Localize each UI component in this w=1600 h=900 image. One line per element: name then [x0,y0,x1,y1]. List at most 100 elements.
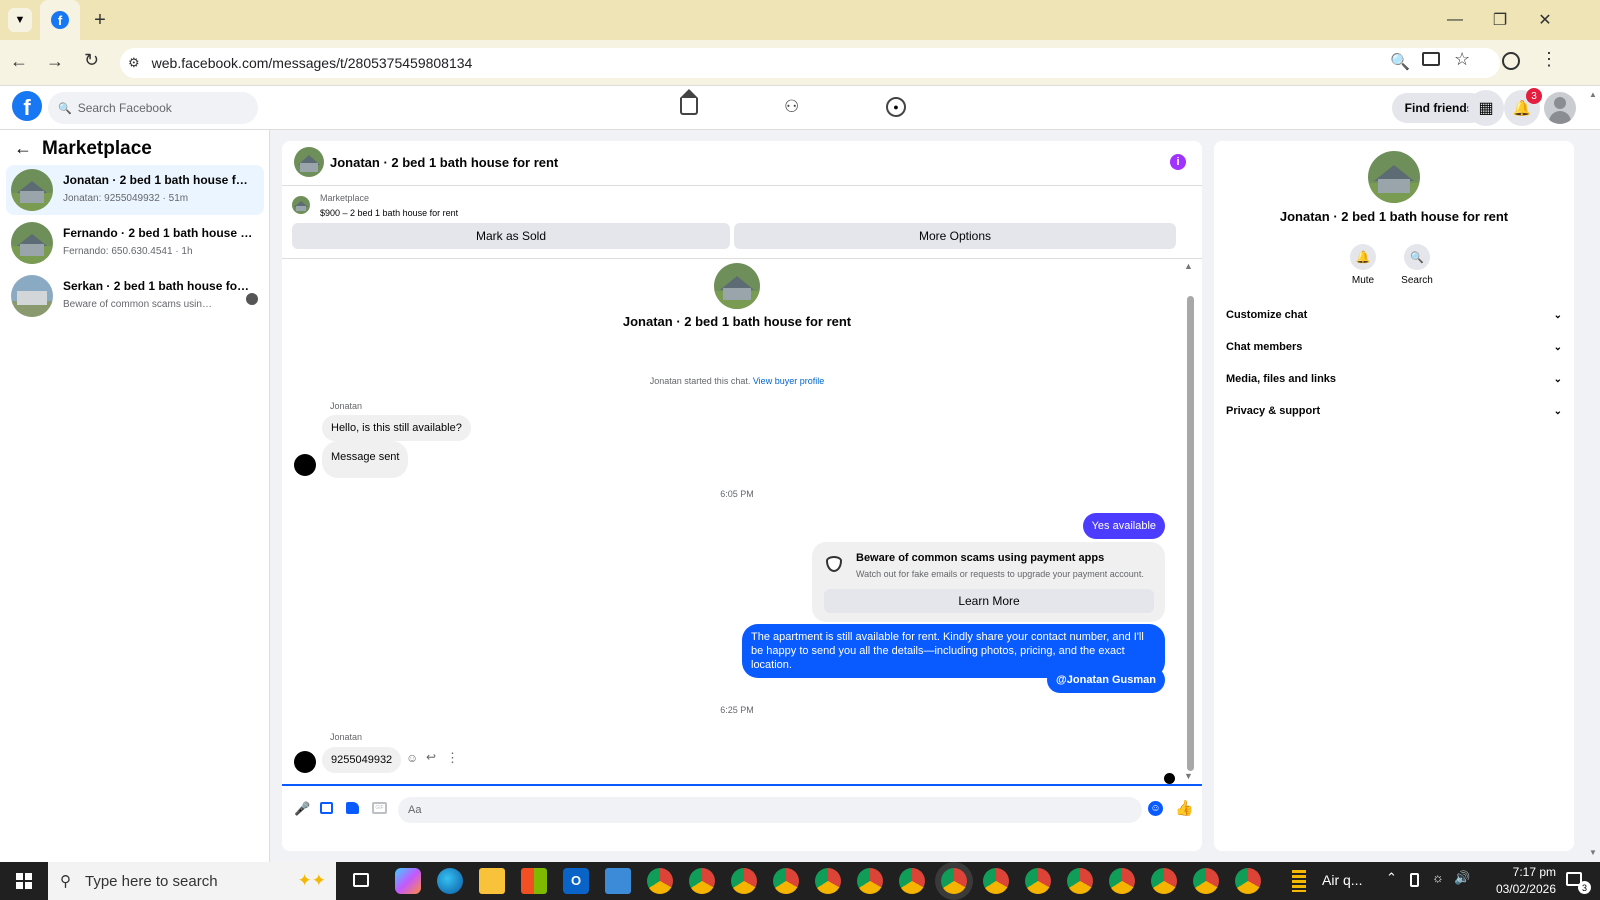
search-in-conversation-button[interactable]: 🔍 [1404,244,1430,270]
chrome-icon[interactable] [1109,868,1135,894]
attach-photo-icon[interactable] [320,802,333,814]
chrome-icon[interactable] [1025,868,1051,894]
volume-icon[interactable]: 🔊 [1454,870,1470,886]
address-bar[interactable]: ⚙ web.facebook.com/messages/t/2805375459… [120,48,1500,78]
air-quality-icon[interactable] [1292,870,1306,892]
site-info-icon[interactable]: ⚙ [128,55,140,71]
message-bubble-incoming[interactable]: Hello, is this still available? [322,415,471,441]
message-bubble-incoming[interactable]: 9255049932 [322,747,402,773]
media-files-links-section[interactable]: Media, files and links ⌄ [1226,363,1562,395]
device-icon[interactable] [1410,873,1419,887]
chrome-icon[interactable] [857,868,883,894]
reload-icon[interactable]: ↻ [84,50,99,71]
mark-as-sold-button[interactable]: Mark as Sold [292,223,730,249]
more-actions-icon[interactable]: ⋮ [446,750,459,766]
clock-time[interactable]: 7:17 pm [1476,865,1556,879]
store-icon[interactable] [521,868,547,894]
thread-item[interactable]: Fernando · 2 bed 1 bath house for ... Fe… [6,218,264,268]
account-avatar[interactable] [1544,92,1576,124]
mute-button[interactable]: 🔔 [1350,244,1376,270]
chrome-icon[interactable] [1193,868,1219,894]
restore-icon[interactable]: ❐ [1485,8,1515,32]
conversation-info-icon[interactable]: i [1170,154,1186,170]
notification-count-badge: 3 [1526,88,1542,104]
browser-tab[interactable]: f [40,0,80,40]
message-input[interactable]: Aa [398,797,1142,823]
chrome-active-icon[interactable] [941,868,967,894]
scrollbar-thumb[interactable] [1187,296,1194,771]
like-thumb-icon[interactable]: 👍 [1175,799,1194,817]
search-icon: 🔍 [58,102,72,115]
chrome-icon[interactable] [1235,868,1261,894]
forward-icon[interactable]: → [46,51,64,72]
close-icon[interactable]: ✕ [1530,8,1560,32]
chrome-icon[interactable] [899,868,925,894]
chrome-icon[interactable] [731,868,757,894]
microphone-icon[interactable]: 🎤 [294,801,310,817]
url-text[interactable]: web.facebook.com/messages/t/280537545980… [152,55,473,71]
tray-chevron-up-icon[interactable]: ⌃ [1386,870,1397,886]
menu-grid-icon[interactable]: ▦ [1468,90,1504,126]
message-bubble-outgoing[interactable]: Yes available [1082,513,1165,539]
file-explorer-icon[interactable] [479,868,505,894]
clock-date[interactable]: 03/02/2026 [1476,882,1556,896]
chrome-icon[interactable] [647,868,673,894]
outlook-icon[interactable]: O [563,868,589,894]
chrome-icon[interactable] [1067,868,1093,894]
message-bubble-outgoing[interactable]: @Jonatan Gusman [1047,667,1165,693]
reply-icon[interactable]: ↩ [426,750,436,764]
minimize-icon[interactable]: — [1440,8,1470,32]
chrome-icon[interactable] [983,868,1009,894]
chat-header-thumbnail[interactable] [294,147,324,177]
message-bubble-incoming[interactable]: Message sent [322,441,409,478]
back-icon[interactable]: ← [10,51,28,72]
facebook-logo-icon[interactable]: f [12,91,42,121]
copilot-icon[interactable] [395,868,421,894]
chrome-icon[interactable] [689,868,715,894]
view-buyer-profile-link[interactable]: View buyer profile [753,376,824,386]
task-view-icon[interactable] [353,873,369,887]
air-quality-text[interactable]: Air q... [1322,872,1362,888]
home-nav-icon[interactable] [680,89,698,115]
thread-item[interactable]: Serkan · 2 bed 1 bath house for ... Bewa… [6,271,264,321]
page-scroll-down-icon[interactable]: ▼ [1589,848,1597,857]
thread-item[interactable]: Jonatan · 2 bed 1 bath house for re... J… [6,165,264,215]
sticker-icon[interactable] [346,802,359,814]
bookmark-star-icon[interactable]: ☆ [1454,49,1470,70]
profile-icon[interactable] [1502,52,1520,70]
facebook-search-input[interactable]: 🔍 Search Facebook [48,92,258,124]
install-app-icon[interactable] [1422,52,1440,66]
chrome-icon[interactable] [815,868,841,894]
groups-nav-icon[interactable]: ● [886,97,906,117]
scroll-up-icon[interactable]: ▲ [1184,261,1193,271]
info-avatar[interactable] [1368,151,1420,203]
chat-members-section[interactable]: Chat members ⌄ [1226,331,1562,363]
edge-icon[interactable] [437,868,463,894]
wifi-icon[interactable]: ☼ [1432,870,1444,885]
taskbar-search-input[interactable]: ⚲ Type here to search ✦✦ [48,862,336,900]
chrome-icon[interactable] [1151,868,1177,894]
sender-avatar [294,454,316,476]
learn-more-button[interactable]: Learn More [824,589,1154,613]
tab-search-button[interactable]: ▼ [8,8,32,32]
listing-thumbnail [11,275,53,317]
gif-icon[interactable]: GIF [372,802,387,814]
zoom-icon[interactable]: 🔍 [1390,52,1410,72]
divider [282,185,1202,186]
pinned-app-icon[interactable] [605,868,631,894]
chat-header-title[interactable]: Jonatan · 2 bed 1 bath house for rent [330,155,558,170]
back-arrow-icon[interactable]: ← [14,138,32,159]
scroll-down-icon[interactable]: ▼ [1184,771,1193,781]
customize-chat-section[interactable]: Customize chat ⌄ [1226,299,1562,331]
chrome-icon[interactable] [773,868,799,894]
privacy-support-section[interactable]: Privacy & support ⌄ [1226,395,1562,427]
page-scroll-up-icon[interactable]: ▲ [1589,90,1597,99]
friends-nav-icon[interactable]: ⚇ [784,97,799,117]
listing-price[interactable]: $900 – 2 bed 1 bath house for rent [320,208,458,218]
emoji-picker-icon[interactable]: ☺ [1148,801,1163,816]
new-tab-button[interactable]: + [88,8,112,32]
windows-start-icon[interactable] [16,873,32,889]
browser-menu-icon[interactable]: ⋮ [1540,49,1558,70]
more-options-button[interactable]: More Options [734,223,1176,249]
react-emoji-icon[interactable]: ☺ [406,751,418,765]
